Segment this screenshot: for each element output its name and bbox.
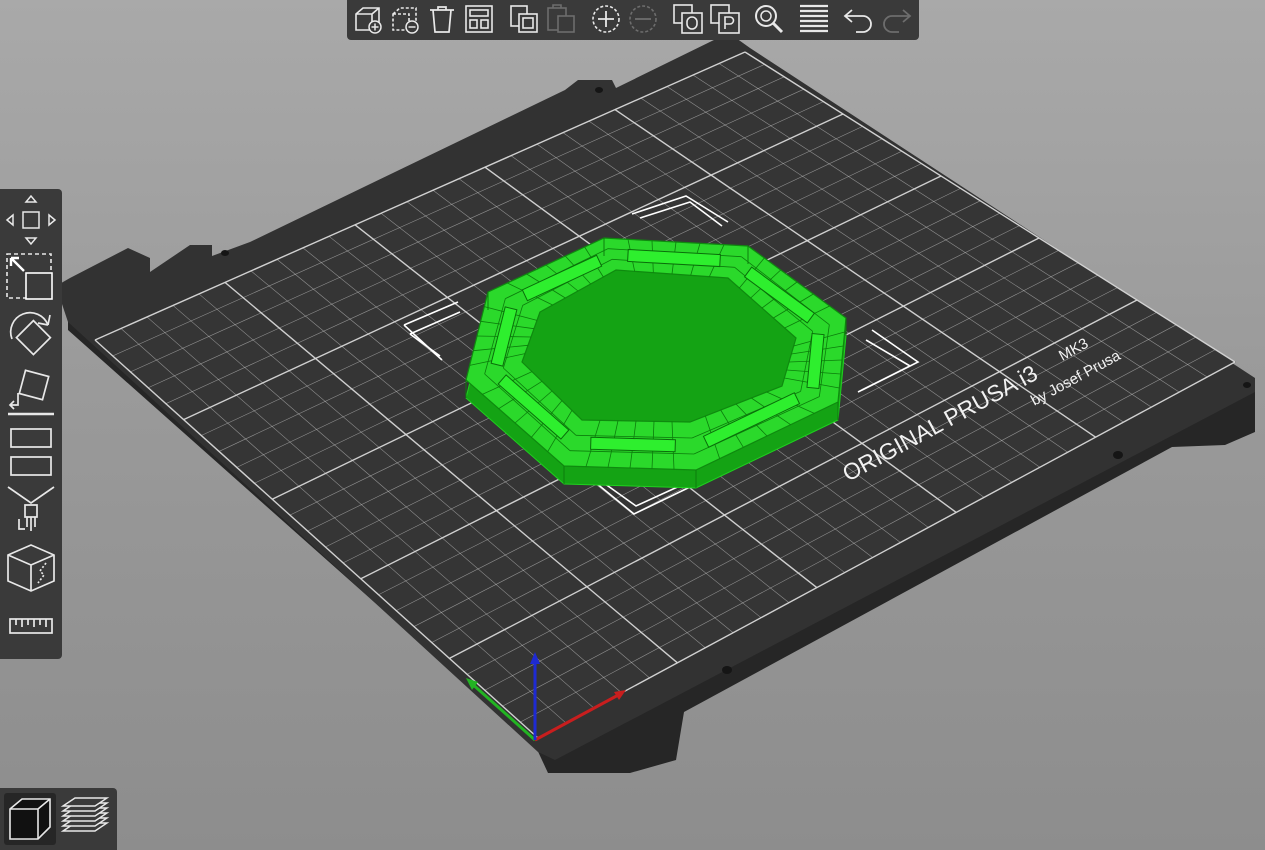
add-icon bbox=[355, 7, 382, 34]
layers-editing-button[interactable] bbox=[797, 2, 831, 36]
place-on-face-tool-button[interactable] bbox=[4, 367, 58, 421]
delete-button[interactable] bbox=[388, 2, 422, 36]
arrange-button[interactable] bbox=[462, 2, 496, 36]
remove-instance-button[interactable] bbox=[626, 2, 660, 36]
3d-viewport[interactable]: ORIGINAL PRUSA i3 MK3 by Josef Prusa bbox=[0, 0, 1265, 850]
split-to-objects-button[interactable] bbox=[671, 2, 705, 36]
search-icon bbox=[755, 5, 784, 34]
add-button[interactable] bbox=[351, 2, 385, 36]
split-to-parts-button[interactable] bbox=[708, 2, 742, 36]
search-button[interactable] bbox=[752, 2, 786, 36]
undo-icon bbox=[843, 9, 872, 33]
move-tool-button[interactable] bbox=[4, 193, 58, 247]
seam-paint-tool-button[interactable] bbox=[4, 541, 58, 595]
delete-all-button[interactable] bbox=[425, 2, 459, 36]
undo-button[interactable] bbox=[842, 2, 876, 36]
rotate-tool-button[interactable] bbox=[4, 309, 58, 363]
copy-button[interactable] bbox=[507, 2, 541, 36]
3d-view-button[interactable] bbox=[4, 793, 56, 845]
redo-icon bbox=[883, 9, 912, 33]
model-solid-block bbox=[590, 436, 676, 453]
paste-icon bbox=[547, 4, 575, 33]
measure-tool-button[interactable] bbox=[4, 599, 58, 653]
support-paint-icon bbox=[7, 486, 55, 531]
support-paint-tool-button[interactable] bbox=[4, 483, 58, 537]
rotate-icon bbox=[9, 311, 52, 356]
top-toolbar bbox=[347, 0, 919, 40]
preview-layers-button[interactable] bbox=[59, 793, 111, 845]
arrange-icon bbox=[465, 5, 493, 33]
view-switch bbox=[0, 788, 117, 850]
place-on-face-icon bbox=[8, 369, 54, 416]
3d-view-icon bbox=[9, 798, 51, 840]
left-gizmo-toolbar bbox=[0, 189, 62, 659]
measure-icon bbox=[9, 618, 53, 634]
cut-icon bbox=[10, 428, 52, 476]
scale-tool-button[interactable] bbox=[4, 251, 58, 305]
preview-layers-icon bbox=[60, 797, 110, 832]
add-instance-button[interactable] bbox=[589, 2, 623, 36]
layers-editing-icon bbox=[800, 4, 828, 33]
cut-tool-button[interactable] bbox=[4, 425, 58, 479]
remove-instance-icon bbox=[629, 5, 657, 33]
scale-icon bbox=[6, 253, 53, 300]
move-icon bbox=[5, 194, 57, 246]
split-to-parts-icon bbox=[710, 4, 740, 34]
add-instance-icon bbox=[592, 5, 620, 33]
delete-icon bbox=[392, 7, 419, 34]
seam-paint-icon bbox=[7, 544, 55, 592]
delete-all-icon bbox=[430, 6, 454, 33]
split-to-objects-icon bbox=[673, 4, 703, 34]
paste-button[interactable] bbox=[544, 2, 578, 36]
redo-button[interactable] bbox=[879, 2, 913, 36]
copy-icon bbox=[510, 5, 538, 33]
